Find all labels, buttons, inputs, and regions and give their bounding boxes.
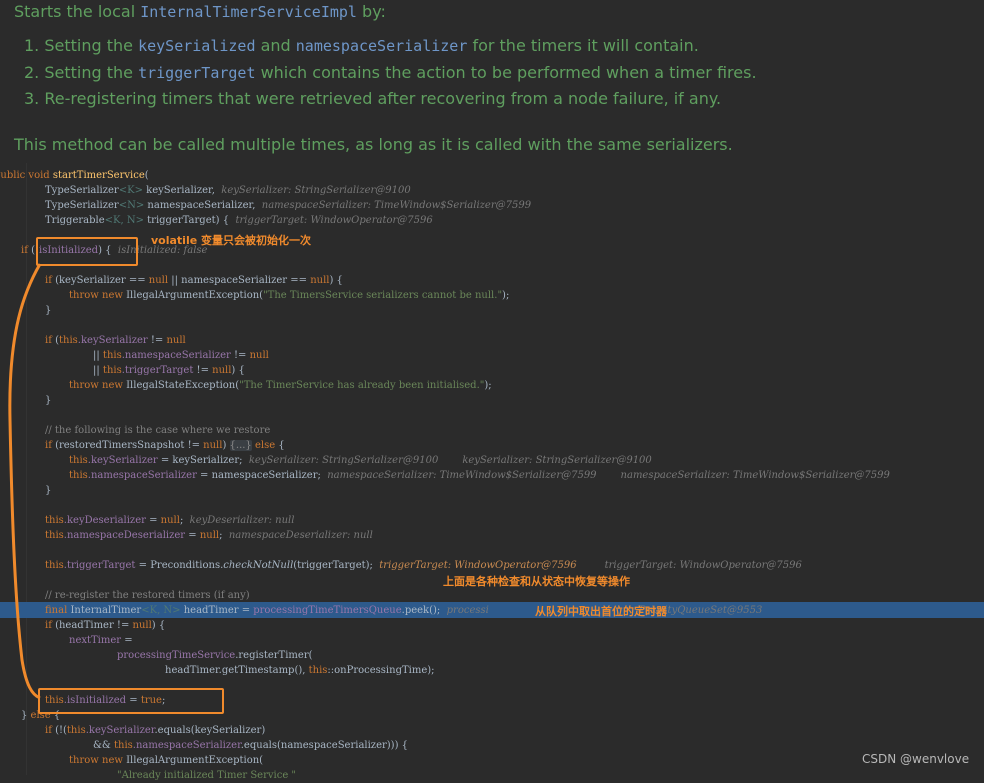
inline-debug-value: triggerTarget: WindowOperator@7596 bbox=[235, 215, 433, 226]
inline-debug-value: keySerializer: StringSerializer@9100 bbox=[221, 185, 411, 196]
inline-debug-value: keySerializer: StringSerializer@9100 bbox=[248, 455, 439, 466]
code-line[interactable]: processingTimeService.registerTimer( bbox=[117, 648, 313, 663]
inline-debug-value: processi bbox=[446, 605, 489, 616]
code-line[interactable]: if (restoredTimersSnapshot != null) {...… bbox=[45, 438, 285, 453]
item-text: which contains the action to be performe… bbox=[255, 63, 757, 82]
inline-debug-value: namespaceSerializer: TimeWindow$Serializ… bbox=[261, 200, 532, 211]
item-number: 1. bbox=[24, 36, 40, 55]
watermark: CSDN @wenvlove bbox=[862, 752, 970, 766]
code-line[interactable]: && this.namespaceSerializer.equals(names… bbox=[93, 738, 408, 753]
annotation-queue: 从队列中取出首位的定时器 bbox=[535, 605, 667, 618]
inline-debug-value: keySerializer: StringSerializer@9100 bbox=[462, 455, 652, 466]
code-line[interactable]: Triggerable<K, N> triggerTarget) { trigg… bbox=[45, 213, 433, 228]
code-line[interactable]: this.namespaceDeserializer = null; names… bbox=[45, 528, 373, 543]
code-line[interactable]: this.triggerTarget = Preconditions.check… bbox=[45, 558, 802, 573]
code-line[interactable]: if (keySerializer == null || namespaceSe… bbox=[45, 273, 343, 288]
item-code: keySerialized bbox=[138, 37, 256, 55]
doc-paragraph: This method can be called multiple times… bbox=[14, 135, 733, 154]
doc-title-suffix: by: bbox=[356, 2, 386, 21]
doc-list-item-3: 3. Re-registering timers that were retri… bbox=[24, 89, 721, 108]
code-line[interactable]: if (headTimer != null) { bbox=[45, 618, 165, 633]
code-line[interactable]: headTimer.getTimestamp(), this::onProces… bbox=[165, 663, 435, 678]
item-number: 2. bbox=[24, 63, 40, 82]
item-text: and bbox=[255, 36, 296, 55]
item-text: for the timers it will contain. bbox=[467, 36, 699, 55]
code-line[interactable]: } bbox=[45, 303, 51, 318]
inline-debug-value: keyDeserializer: null bbox=[189, 515, 295, 526]
item-code: triggerTarget bbox=[138, 64, 256, 82]
code-line[interactable]: } bbox=[45, 393, 51, 408]
inline-debug-value: namespaceSerializer: TimeWindow$Serializ… bbox=[327, 470, 597, 481]
highlight-box-set-initialized bbox=[38, 688, 224, 714]
inline-debug-value: namespaceSerializer: TimeWindow$Serializ… bbox=[620, 470, 890, 481]
code-line[interactable]: } bbox=[45, 483, 51, 498]
highlight-box-isinitialized bbox=[36, 237, 138, 266]
doc-title-text: Starts the local bbox=[14, 2, 141, 21]
code-line[interactable]: if (this.keySerializer != null bbox=[45, 333, 186, 348]
code-line[interactable]: TypeSerializer<K> keySerializer, keySeri… bbox=[45, 183, 411, 198]
code-line[interactable]: TypeSerializer<N> namespaceSerializer, n… bbox=[45, 198, 531, 213]
item-text: Setting the bbox=[44, 63, 139, 82]
code-line[interactable]: || this.namespaceSerializer != null bbox=[93, 348, 269, 363]
code-line[interactable]: nextTimer = bbox=[69, 633, 133, 648]
code-line[interactable]: this.keySerializer = keySerializer; keyS… bbox=[69, 453, 652, 468]
item-number: 3. bbox=[24, 89, 40, 108]
inline-debug-value: namespaceDeserializer: null bbox=[228, 530, 373, 541]
doc-title-code[interactable]: InternalTimerServiceImpl bbox=[140, 3, 357, 21]
code-line[interactable]: "Already initialized Timer Service " bbox=[117, 768, 296, 783]
inline-debug-value: triggerTarget: WindowOperator@7596 bbox=[379, 560, 577, 571]
code-line[interactable]: || this.triggerTarget != null) { bbox=[93, 363, 245, 378]
code-comment[interactable]: // the following is the case where we re… bbox=[45, 423, 270, 438]
doc-list-item-2: 2. Setting the triggerTarget which conta… bbox=[24, 63, 757, 82]
code-line[interactable]: throw new IllegalArgumentException("The … bbox=[69, 288, 509, 303]
inline-debug-value: triggerTarget: WindowOperator@7596 bbox=[604, 560, 802, 571]
annotation-checks: 上面是各种检查和从状态中恢复等操作 bbox=[443, 575, 630, 588]
code-line[interactable]: throw new IllegalArgumentException( bbox=[69, 753, 263, 768]
code-line[interactable]: this.namespaceSerializer = namespaceSeri… bbox=[69, 468, 890, 483]
code-line[interactable]: throw new IllegalStateException("The Tim… bbox=[69, 378, 492, 393]
annotation-volatile: volatile 变量只会被初始化一次 bbox=[151, 234, 312, 247]
item-text: Setting the bbox=[44, 36, 139, 55]
doc-title: Starts the local InternalTimerServiceImp… bbox=[14, 2, 386, 21]
code-line[interactable]: public void startTimerService( bbox=[0, 168, 149, 183]
code-comment[interactable]: // re-register the restored timers (if a… bbox=[45, 588, 250, 603]
javadoc-panel: Starts the local InternalTimerServiceImp… bbox=[0, 0, 984, 160]
item-text: Re-registering timers that were retrieve… bbox=[44, 89, 722, 108]
code-line[interactable]: this.keyDeserializer = null; keyDeserial… bbox=[45, 513, 294, 528]
doc-list-item-1: 1. Setting the keySerialized and namespa… bbox=[24, 36, 699, 55]
code-line[interactable]: if (!(this.keySerializer.equals(keySeria… bbox=[45, 723, 265, 738]
item-code: namespaceSerializer bbox=[295, 37, 468, 55]
folded-block[interactable]: {...} bbox=[229, 440, 252, 451]
